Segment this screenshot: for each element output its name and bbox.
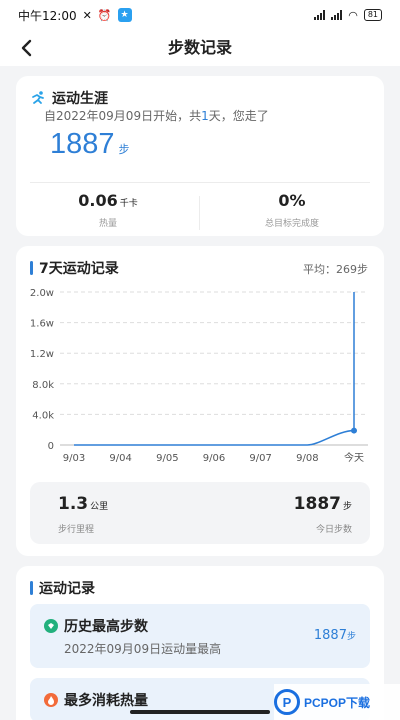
app-notification-icon: ★ <box>117 8 132 22</box>
distance-label: 步行里程 <box>58 525 95 535</box>
series-line <box>74 429 355 446</box>
trophy-icon <box>44 619 58 633</box>
x-tick-label: 9/06 <box>203 453 225 464</box>
calories-unit: 千卡 <box>119 199 138 209</box>
weekly-average: 平均：269步 <box>303 263 368 276</box>
watermark-text: PCPOP下载 <box>304 695 371 710</box>
today-steps-label: 今日步数 <box>315 525 352 535</box>
data-point <box>351 427 357 434</box>
watermark: P PCPOP下载 <box>274 684 400 720</box>
x-tick-label: 9/04 <box>109 453 131 464</box>
total-steps-unit: 步 <box>118 143 130 156</box>
records-title: 运动记录 <box>39 581 95 597</box>
weekly-record-card: 7天运动记录 平均：269步 0 4.0k 8.0k 1.2w 1.6w 2.0w 9/03… <box>16 246 384 556</box>
y-tick-label: 2.0w <box>30 288 54 299</box>
career-card: 运动生涯 自2022年09月09日开始，共1天，您走了 1887 步 0.06 千… <box>16 76 384 236</box>
y-tick-label: 1.6w <box>30 319 54 330</box>
status-bar: 中午12:00 ✕ ⏰ ★ ◠ 81 <box>0 0 400 30</box>
wifi-icon: ◠ <box>348 8 358 22</box>
x-tick-label: 9/05 <box>156 453 178 464</box>
record-title: 历史最高步数 <box>64 619 148 635</box>
distance-unit: 公里 <box>90 502 109 512</box>
career-subtitle: 自2022年09月09日开始，共1天，您走了 <box>44 109 269 123</box>
status-time: 中午12:00 <box>18 8 77 23</box>
record-description: 2022年09月09日运动量最高 <box>64 642 222 656</box>
x-tick-label: 今天 <box>344 451 364 464</box>
page-title: 步数记录 <box>167 38 232 57</box>
record-max-steps[interactable]: 历史最高步数 2022年09月09日运动量最高 1887步 <box>30 604 370 668</box>
y-tick-label: 4.0k <box>32 410 54 421</box>
y-tick-label: 8.0k <box>32 380 54 391</box>
section-marker <box>30 581 33 595</box>
weekly-summary: 1.3 公里 步行里程 1887 步 今日步数 <box>30 482 370 544</box>
goal-label: 总目标完成度 <box>264 219 319 229</box>
y-tick-label: 0 <box>48 441 54 452</box>
calories-label: 热量 <box>98 219 117 229</box>
running-icon <box>32 91 44 104</box>
goal-value: 0% <box>278 191 306 210</box>
home-indicator[interactable] <box>130 710 270 714</box>
cell-signal-2-icon <box>331 10 343 20</box>
today-steps-value: 1887 <box>293 494 341 514</box>
calories-value: 0.06 <box>78 191 118 210</box>
weekly-steps-chart: 0 4.0k 8.0k 1.2w 1.6w 2.0w 9/03 9/04 9/05 9/06 9/0… <box>30 288 368 464</box>
x-tick-label: 9/03 <box>63 453 85 464</box>
chevron-left-icon <box>21 39 32 57</box>
back-button[interactable] <box>14 34 40 62</box>
nav-bar: 步数记录 <box>0 30 400 66</box>
total-steps: 1887 步 <box>50 128 130 161</box>
distance-value: 1.3 <box>58 494 89 514</box>
career-title: 运动生涯 <box>52 91 108 107</box>
total-steps-value: 1887 <box>50 128 115 160</box>
today-steps-unit: 步 <box>342 502 352 512</box>
y-tick-label: 1.2w <box>30 349 54 360</box>
flame-icon <box>44 693 58 707</box>
battery-icon: 81 <box>363 9 382 21</box>
watermark-logo: P <box>274 689 300 715</box>
goal-stat: 0% 总目标完成度 <box>200 191 384 229</box>
record-value: 1887步 <box>313 628 356 643</box>
section-marker <box>30 261 33 275</box>
cell-signal-icon <box>314 10 326 20</box>
record-title: 最多消耗热量 <box>64 693 148 709</box>
mute-icon: ✕ <box>82 8 92 22</box>
alarm-icon: ⏰ <box>97 8 112 22</box>
weekly-title: 7天运动记录 <box>39 261 119 277</box>
x-tick-label: 9/08 <box>296 453 318 464</box>
x-tick-label: 9/07 <box>249 453 271 464</box>
career-days: 1 <box>201 109 209 123</box>
calories-stat: 0.06 千卡 热量 <box>16 191 200 229</box>
divider <box>30 182 370 183</box>
